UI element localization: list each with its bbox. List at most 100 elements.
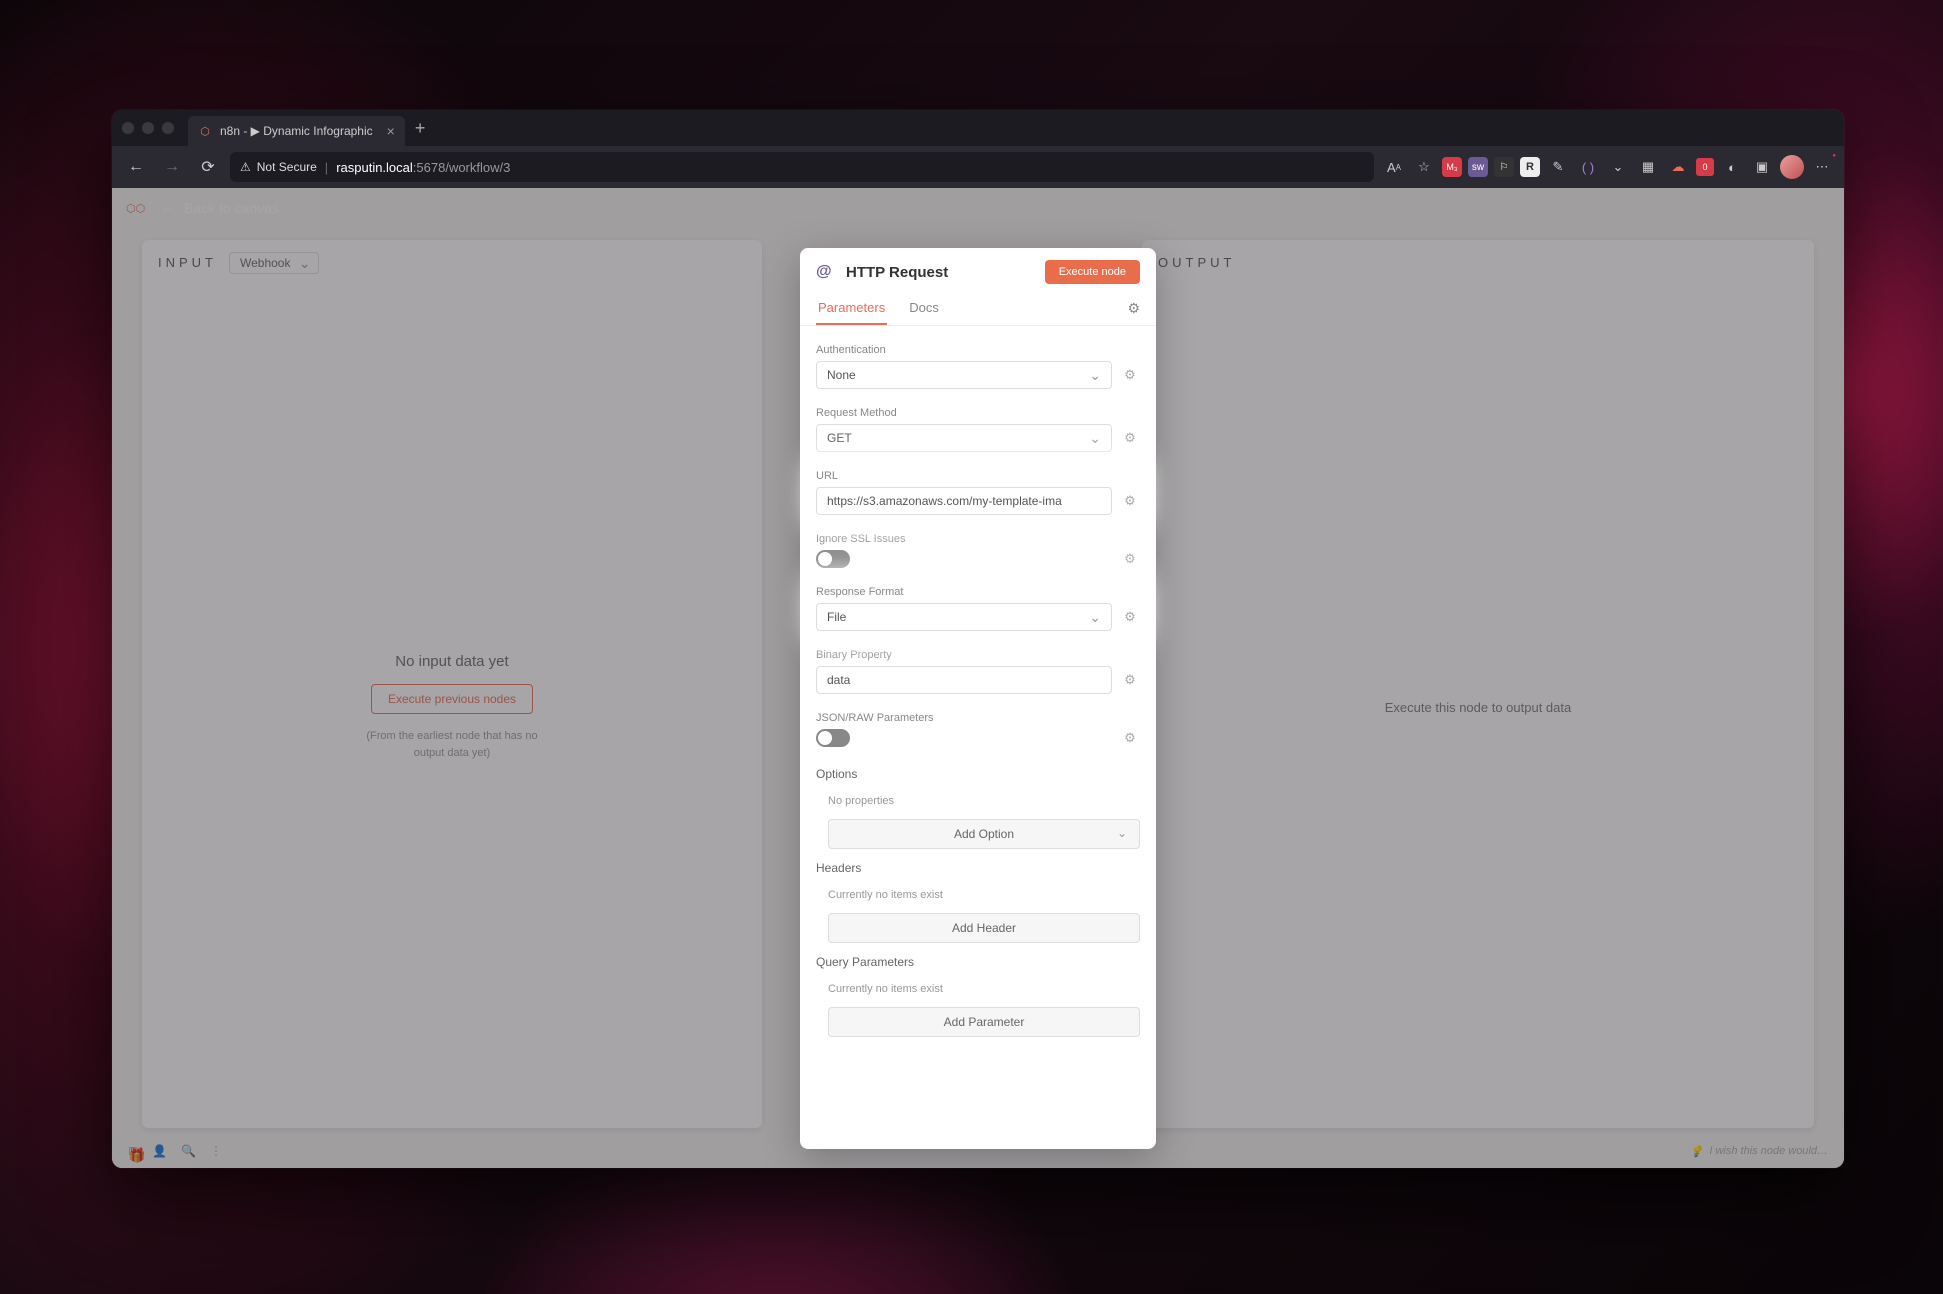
nav-forward-icon[interactable]: → [158, 153, 186, 181]
json-raw-toggle[interactable] [816, 729, 850, 747]
address-bar[interactable]: ⚠ Not Secure | rasputin.local:5678/workf… [230, 152, 1374, 182]
at-sign-icon: @ [816, 261, 838, 283]
input-hint: (From the earliest node that has no outp… [352, 728, 552, 761]
window-minimize[interactable] [142, 122, 154, 134]
binary-property-value: data [827, 673, 850, 687]
ext-icon-8[interactable]: ☁ [1666, 155, 1690, 179]
footer-icon[interactable]: 🔍 [181, 1144, 196, 1158]
add-header-button[interactable]: Add Header [828, 913, 1140, 943]
param-gear-icon[interactable]: ⚙ [1120, 730, 1140, 746]
profile-avatar[interactable] [1780, 155, 1804, 179]
n8n-logo-icon: ⬡⬡ [126, 195, 152, 221]
ext-icon-1[interactable]: M₃ [1442, 157, 1462, 177]
response-format-value: File [827, 610, 846, 624]
app-menu-icon[interactable]: ⋯ [1810, 155, 1834, 179]
param-gear-icon[interactable]: ⚙ [1120, 367, 1140, 383]
request-method-value: GET [827, 431, 852, 445]
headers-empty-text: Currently no items exist [816, 889, 1140, 901]
nav-back-icon[interactable]: ← [122, 153, 150, 181]
browser-window: ⬡ n8n - ▶ Dynamic Infographic × + ← → ⟳ … [112, 110, 1844, 1168]
back-label: Back to canvas [184, 200, 279, 216]
ignore-ssl-toggle[interactable] [816, 550, 850, 568]
browser-tab[interactable]: ⬡ n8n - ▶ Dynamic Infographic × [188, 116, 405, 146]
new-tab-button[interactable]: + [415, 118, 426, 139]
no-properties-text: No properties [828, 795, 1140, 807]
ext-icon-2[interactable]: sw [1468, 157, 1488, 177]
star-icon[interactable]: ☆ [1412, 155, 1436, 179]
browser-tab-bar: ⬡ n8n - ▶ Dynamic Infographic × + [112, 110, 1844, 146]
url-host: rasputin.local [336, 160, 413, 175]
param-binary-property: Binary Property data ⚙ [816, 643, 1140, 700]
param-authentication: Authentication None ⚙ [816, 338, 1140, 395]
ext-icon-7[interactable]: ▦ [1636, 155, 1660, 179]
text-size-icon[interactable]: AA [1382, 155, 1406, 179]
not-secure-label: Not Secure [257, 160, 317, 174]
node-editor-modal: @ HTTP Request Execute node Parameters D… [800, 248, 1156, 1149]
feedback-text: I wish this node would… [1709, 1145, 1828, 1157]
binary-property-input[interactable]: data [816, 666, 1112, 694]
input-empty-message: No input data yet [395, 653, 508, 670]
execute-previous-button[interactable]: Execute previous nodes [371, 684, 533, 714]
param-label: Response Format [816, 586, 1140, 598]
param-request-method: Request Method GET ⚙ [816, 401, 1140, 458]
ext-icon-9[interactable]: 0 [1696, 158, 1714, 176]
back-to-canvas-bar[interactable]: ⬡⬡ ← Back to canvas [112, 188, 1844, 228]
close-tab-icon[interactable]: × [387, 123, 395, 139]
feedback-prompt[interactable]: 💡 I wish this node would… [1690, 1145, 1828, 1158]
param-gear-icon[interactable]: ⚙ [1120, 609, 1140, 625]
output-panel: OUTPUT Execute this node to output data [1142, 240, 1814, 1128]
param-gear-icon[interactable]: ⚙ [1120, 493, 1140, 509]
query-section-title: Query Parameters [816, 955, 1140, 969]
lightbulb-icon: 💡 [1690, 1145, 1704, 1158]
param-label: Authentication [816, 344, 1140, 356]
ext-icon-4[interactable]: R [1520, 157, 1540, 177]
node-settings-gear-icon[interactable]: ⚙ [1127, 292, 1140, 325]
input-panel-title: INPUT [158, 255, 217, 270]
window-controls [122, 122, 174, 134]
warning-triangle-icon: ⚠ [240, 160, 251, 174]
param-label: Binary Property [816, 649, 1140, 661]
library-icon[interactable]: ▣ [1750, 155, 1774, 179]
param-gear-icon[interactable]: ⚙ [1120, 430, 1140, 446]
query-empty-text: Currently no items exist [816, 983, 1140, 995]
param-json-raw: JSON/RAW Parameters ⚙ [816, 706, 1140, 753]
param-label: JSON/RAW Parameters [816, 712, 1140, 724]
param-response-format: Response Format File ⚙ [816, 580, 1140, 637]
shield-icon[interactable]: ◐ [1720, 155, 1744, 179]
response-format-select[interactable]: File [816, 603, 1112, 631]
input-source-select[interactable]: Webhook [229, 252, 319, 274]
param-gear-icon[interactable]: ⚙ [1120, 551, 1140, 567]
nav-reload-icon[interactable]: ⟳ [194, 153, 222, 181]
headers-section-title: Headers [816, 861, 1140, 875]
n8n-favicon-icon: ⬡ [198, 124, 212, 138]
tab-parameters[interactable]: Parameters [816, 292, 887, 325]
param-label: Ignore SSL Issues [816, 533, 1140, 545]
ext-icon-5[interactable]: ✎ [1546, 155, 1570, 179]
footer-icon[interactable]: 👤 [152, 1144, 167, 1158]
tab-title: n8n - ▶ Dynamic Infographic [220, 124, 373, 138]
gift-icon[interactable]: 🎁 [128, 1147, 145, 1164]
options-section-title: Options [816, 767, 1140, 781]
tab-docs[interactable]: Docs [907, 292, 941, 325]
output-panel-title: OUTPUT [1158, 255, 1235, 270]
add-option-button[interactable]: Add Option [828, 819, 1140, 849]
browser-extensions: AA ☆ M₃ sw ⚐ R ✎ ( ) ⌄ ▦ ☁ 0 ◐ ▣ ⋯ [1382, 155, 1834, 179]
param-gear-icon[interactable]: ⚙ [1120, 672, 1140, 688]
url-value: https://s3.amazonaws.com/my-template-ima [827, 494, 1062, 508]
param-url: URL https://s3.amazonaws.com/my-template… [816, 464, 1140, 521]
window-close[interactable] [122, 122, 134, 134]
param-ignore-ssl: Ignore SSL Issues ⚙ [816, 527, 1140, 574]
url-input[interactable]: https://s3.amazonaws.com/my-template-ima [816, 487, 1112, 515]
footer-icon[interactable]: ⋮ [210, 1144, 222, 1158]
not-secure-badge: ⚠ Not Secure [240, 160, 317, 174]
execute-node-button[interactable]: Execute node [1045, 260, 1140, 284]
pocket-icon[interactable]: ⌄ [1606, 155, 1630, 179]
input-panel: INPUT Webhook No input data yet Execute … [142, 240, 762, 1128]
window-zoom[interactable] [162, 122, 174, 134]
ext-icon-6[interactable]: ( ) [1576, 155, 1600, 179]
authentication-select[interactable]: None [816, 361, 1112, 389]
request-method-select[interactable]: GET [816, 424, 1112, 452]
add-parameter-button[interactable]: Add Parameter [828, 1007, 1140, 1037]
param-label: Request Method [816, 407, 1140, 419]
ext-icon-3[interactable]: ⚐ [1494, 157, 1514, 177]
